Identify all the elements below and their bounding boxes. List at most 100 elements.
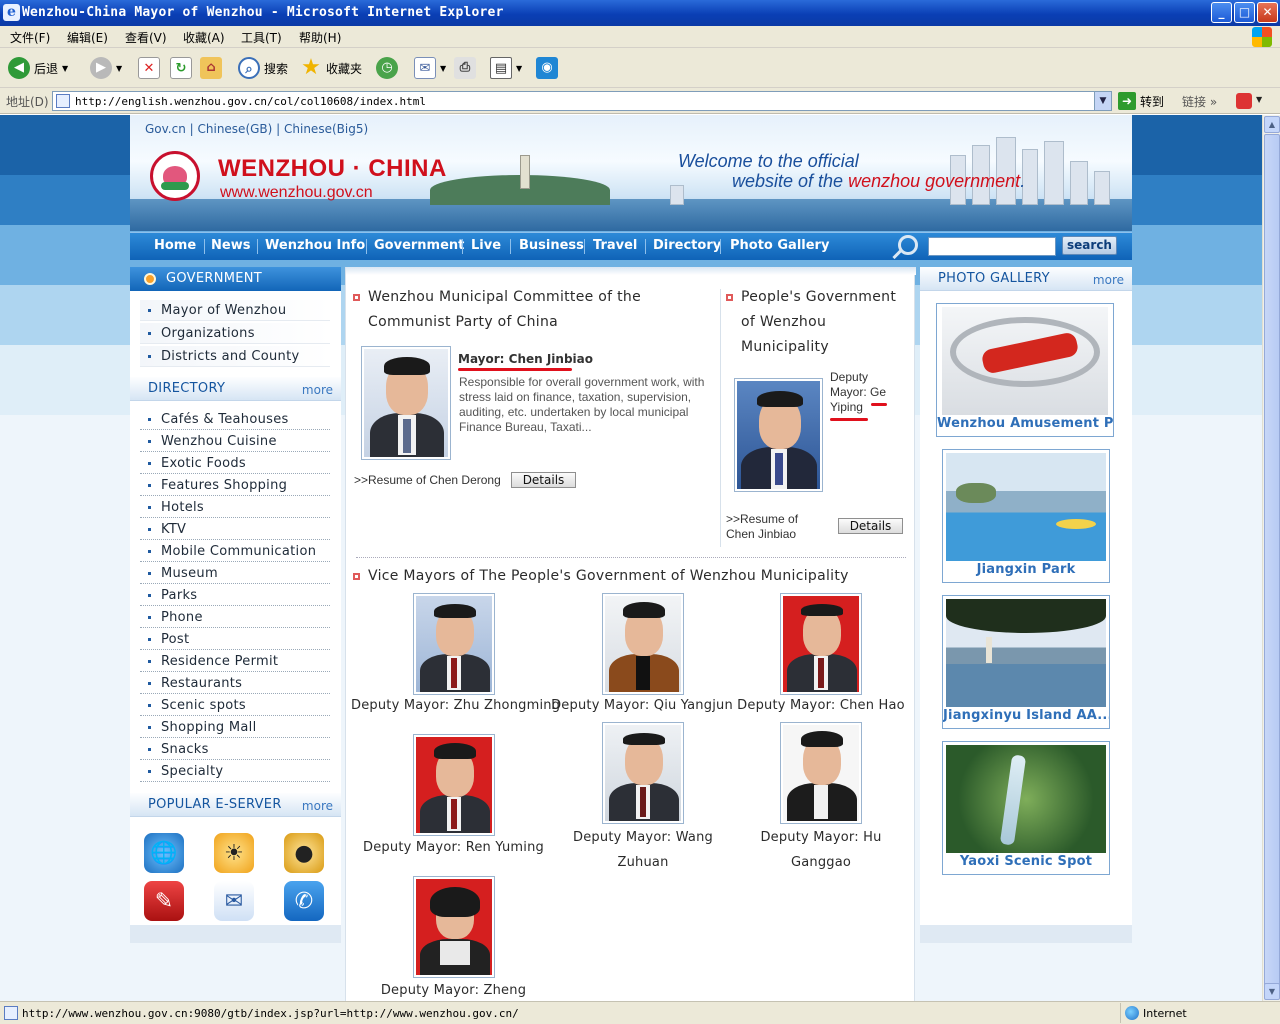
address-input[interactable]: http://english.wenzhou.gov.cn/col/col106…	[52, 91, 1112, 111]
menu-tools[interactable]: 工具(T)	[241, 29, 282, 46]
directory-item-features-shopping[interactable]: Features Shopping	[140, 475, 330, 496]
vertical-scrollbar[interactable]: ▲ ▼	[1262, 115, 1280, 1001]
refresh-button[interactable]: ↻	[170, 55, 192, 81]
edit-button[interactable]: ▤ ▼	[490, 55, 522, 81]
resume-chen-derong-link[interactable]: >>Resume of Chen Derong	[354, 473, 501, 487]
search-button[interactable]: search	[1062, 236, 1117, 255]
vice-mayor-photo[interactable]	[602, 593, 684, 695]
back-dropdown-icon[interactable]: ▼	[62, 64, 68, 73]
directory-item-parks[interactable]: Parks	[140, 585, 330, 606]
nav-home[interactable]: Home	[154, 238, 196, 253]
notebook-icon[interactable]: ✎	[144, 881, 184, 921]
deputy-mayor-label[interactable]: Deputy Mayor: Ge Yiping	[830, 370, 908, 415]
translate-icon[interactable]	[1236, 93, 1252, 109]
vice-mayor-photo[interactable]	[413, 876, 495, 978]
minimize-button[interactable]: _	[1211, 2, 1232, 23]
details-button[interactable]: Details	[838, 518, 903, 534]
maximize-button[interactable]: □	[1234, 2, 1255, 23]
mail-question-icon[interactable]: ✉	[214, 881, 254, 921]
directory-item-scenic-spots[interactable]: Scenic spots	[140, 695, 330, 716]
directory-item-restaurants[interactable]: Restaurants	[140, 673, 330, 694]
vice-mayor-name[interactable]: Deputy Mayor: Hu Ganggao	[750, 825, 892, 875]
directory-item-specialty[interactable]: Specialty	[140, 761, 330, 782]
directory-item-hotels[interactable]: Hotels	[140, 497, 330, 518]
directory-item-cafes-teahouses[interactable]: Cafés & Teahouses	[140, 409, 330, 430]
mayor-photo[interactable]	[361, 346, 451, 460]
menu-edit[interactable]: 编辑(E)	[67, 29, 108, 46]
forward-dropdown-icon[interactable]: ▼	[116, 64, 122, 73]
links-button[interactable]: 链接 »	[1182, 93, 1217, 110]
search-toolbar-button[interactable]: ⌕ 搜索	[238, 55, 288, 81]
scroll-up-icon[interactable]: ▲	[1264, 116, 1280, 133]
e-server-more-link[interactable]: more	[302, 799, 333, 813]
directory-item-wenzhou-cuisine[interactable]: Wenzhou Cuisine	[140, 431, 330, 452]
mail-dropdown-icon[interactable]: ▼	[440, 64, 446, 73]
vice-mayor-photo[interactable]	[602, 722, 684, 824]
scroll-down-icon[interactable]: ▼	[1264, 983, 1280, 1000]
photo-gallery-more-link[interactable]: more	[1093, 273, 1124, 287]
home-button[interactable]: ⌂	[200, 55, 222, 81]
vice-mayor-photo[interactable]	[780, 593, 862, 695]
top-language-links[interactable]: Gov.cn | Chinese(GB) | Chinese(Big5)	[145, 122, 368, 136]
directory-item-mobile-communication[interactable]: Mobile Communication	[140, 541, 330, 562]
directory-item-shopping-mall[interactable]: Shopping Mall	[140, 717, 330, 738]
menu-help[interactable]: 帮助(H)	[299, 29, 341, 46]
directory-item-post[interactable]: Post	[140, 629, 330, 650]
sidebar-item-organizations[interactable]: Organizations	[140, 323, 330, 344]
mayor-name[interactable]: Mayor: Chen Jinbiao	[458, 352, 593, 366]
vice-mayor-name[interactable]: Deputy Mayor: Chen Hao	[726, 698, 916, 713]
vice-mayor-name[interactable]: Deputy Mayor: Qiu Yangjun	[542, 698, 742, 713]
gallery-item[interactable]: Jiangxinyu Island AA...	[942, 595, 1110, 729]
nav-live[interactable]: Live	[471, 238, 501, 253]
mail-button[interactable]: ✉ ▼	[414, 55, 446, 81]
go-button[interactable]: ➜ 转到	[1118, 92, 1164, 110]
nav-government[interactable]: Government	[374, 238, 464, 253]
vice-mayor-name[interactable]: Deputy Mayor: Ren Yuming	[351, 840, 556, 855]
gallery-item[interactable]: Yaoxi Scenic Spot	[942, 741, 1110, 875]
directory-item-snacks[interactable]: Snacks	[140, 739, 330, 760]
menu-view[interactable]: 查看(V)	[125, 29, 167, 46]
directory-item-ktv[interactable]: KTV	[140, 519, 330, 540]
sidebar-item-mayor-of-wenzhou[interactable]: Mayor of Wenzhou	[140, 300, 330, 321]
nav-business[interactable]: Business	[519, 238, 584, 253]
edit-dropdown-icon[interactable]: ▼	[516, 64, 522, 73]
nav-photo-gallery[interactable]: Photo Gallery	[730, 238, 829, 253]
menu-file[interactable]: 文件(F)	[10, 29, 50, 46]
stop-button[interactable]: ✕	[138, 55, 160, 81]
details-button[interactable]: Details	[511, 472, 576, 488]
back-button[interactable]: ◀ 后退 ▼	[8, 55, 68, 81]
scroll-thumb[interactable]	[1264, 134, 1280, 999]
close-button[interactable]: ✕	[1257, 2, 1278, 23]
search-input[interactable]	[928, 237, 1056, 256]
forward-button[interactable]: ▶ ▼	[90, 55, 122, 81]
directory-item-museum[interactable]: Museum	[140, 563, 330, 584]
menu-favorites[interactable]: 收藏(A)	[183, 29, 225, 46]
gallery-item[interactable]: Jiangxin Park	[942, 449, 1110, 583]
weather-icon[interactable]: ☀	[214, 833, 254, 873]
vice-mayor-photo[interactable]	[780, 722, 862, 824]
vice-mayor-photo[interactable]	[413, 593, 495, 695]
nav-news[interactable]: News	[211, 238, 250, 253]
directory-item-exotic-foods[interactable]: Exotic Foods	[140, 453, 330, 474]
vice-mayor-name[interactable]: Deputy Mayor: Wang Zuhuan	[572, 825, 714, 875]
phone-icon[interactable]: ✆	[284, 881, 324, 921]
resume-chen-jinbiao-link[interactable]: >>Resume of Chen Jinbiao	[726, 512, 826, 542]
address-dropdown-icon[interactable]: ▼	[1094, 92, 1111, 110]
gallery-item[interactable]: Wenzhou Amusement Pa...	[936, 303, 1114, 437]
sidebar-item-districts-and-county[interactable]: Districts and County	[140, 346, 330, 367]
nav-wenzhou-info[interactable]: Wenzhou Info	[265, 238, 365, 253]
coins-icon[interactable]: ●	[284, 833, 324, 873]
vice-mayor-photo[interactable]	[413, 734, 495, 836]
directory-item-residence-permit[interactable]: Residence Permit	[140, 651, 330, 672]
translate-dropdown-icon[interactable]: ▼	[1256, 95, 1262, 104]
directory-item-phone[interactable]: Phone	[140, 607, 330, 628]
history-button[interactable]: ◷	[376, 55, 398, 81]
favorites-button[interactable]: ★ 收藏夹	[300, 55, 362, 81]
address-url[interactable]: http://english.wenzhou.gov.cn/col/col106…	[75, 95, 426, 108]
print-button[interactable]: ⎙	[454, 55, 476, 81]
messenger-button[interactable]: ◉	[536, 55, 558, 81]
directory-more-link[interactable]: more	[302, 383, 333, 397]
nav-directory[interactable]: Directory	[653, 238, 721, 253]
globe-icon[interactable]: 🌐	[144, 833, 184, 873]
vice-mayor-name[interactable]: Deputy Mayor: Zheng	[351, 983, 556, 998]
